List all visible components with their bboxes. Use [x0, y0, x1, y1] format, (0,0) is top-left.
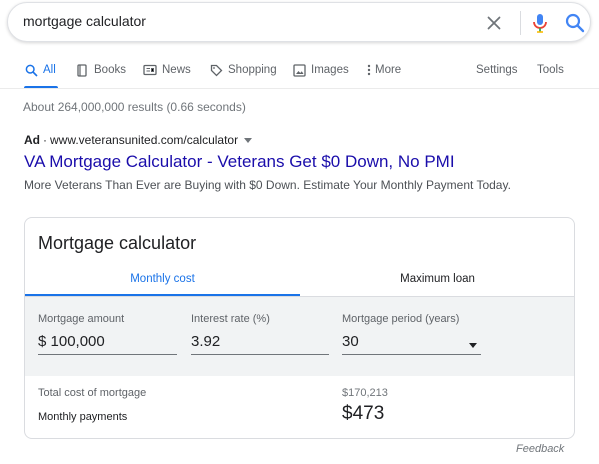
caret-down-icon[interactable] [244, 138, 253, 144]
clear-search-button[interactable] [484, 13, 504, 33]
tools-link[interactable]: Tools [537, 56, 564, 84]
total-cost-label: Total cost of mortgage [38, 387, 147, 399]
interest-rate-label: Interest rate (%) [191, 313, 270, 325]
news-icon [143, 63, 157, 77]
tab-label: All [43, 64, 56, 76]
ad-label: Ad [24, 133, 40, 147]
tab-label: Images [311, 64, 349, 76]
interest-rate-input[interactable]: 3.92 [191, 331, 329, 355]
mortgage-amount-input[interactable]: $ 100,000 [38, 331, 177, 355]
search-tabs: All Books News Shopping Images More Sett… [0, 56, 599, 89]
monthly-payments-value: $473 [342, 403, 385, 424]
active-tab-indicator [25, 294, 300, 296]
microphone-icon [533, 14, 547, 33]
tab-books[interactable]: Books [75, 56, 126, 84]
mortgage-amount-label: Mortgage amount [38, 313, 125, 325]
settings-link[interactable]: Settings [476, 56, 518, 84]
feedback-link[interactable]: Feedback [516, 443, 564, 455]
caret-down-icon [469, 343, 477, 348]
tab-all[interactable]: All [24, 56, 56, 84]
tabs-divider [0, 88, 599, 89]
monthly-payments-label: Monthly payments [38, 411, 128, 423]
search-icon [24, 63, 38, 77]
voice-search-button[interactable] [530, 11, 550, 35]
tab-shopping[interactable]: Shopping [209, 56, 277, 84]
total-cost-value: $170,213 [342, 387, 388, 399]
ad-url[interactable]: www.veteransunited.com/calculator [50, 133, 238, 147]
calculator-title: Mortgage calculator [38, 233, 197, 253]
tab-label: More [375, 64, 402, 76]
tab-images[interactable]: Images [292, 56, 349, 84]
search-divider [520, 11, 521, 35]
tag-icon [209, 63, 223, 77]
search-icon [565, 13, 585, 33]
close-icon [487, 16, 501, 30]
tab-monthly-cost[interactable]: Monthly cost [25, 266, 300, 296]
ad-header: Ad · www.veteransunited.com/calculator [24, 133, 253, 147]
ad-title-link[interactable]: VA Mortgage Calculator - Veterans Get $0… [24, 152, 455, 172]
calculator-inputs: Mortgage amount $ 100,000 Interest rate … [25, 296, 574, 376]
image-icon [292, 63, 306, 77]
tab-maximum-loan[interactable]: Maximum loan [300, 266, 574, 296]
tab-label: Books [94, 64, 126, 76]
mortgage-period-value: 30 [342, 333, 359, 350]
separator-dot: · [43, 133, 47, 147]
search-input[interactable]: mortgage calculator [23, 13, 146, 29]
search-box[interactable]: mortgage calculator [7, 2, 591, 42]
mortgage-period-label: Mortgage period (years) [342, 313, 460, 325]
book-icon [75, 63, 89, 77]
tab-news[interactable]: News [143, 56, 191, 84]
results-count: About 264,000,000 results (0.66 seconds) [23, 100, 246, 114]
ad-description: More Veterans Than Ever are Buying with … [24, 178, 511, 192]
tab-more[interactable]: More [366, 56, 401, 84]
more-vertical-icon [366, 63, 372, 77]
mortgage-calculator-card: Mortgage calculator Monthly cost Maximum… [24, 217, 575, 439]
mortgage-period-select[interactable]: 30 [342, 331, 481, 355]
search-button[interactable] [564, 12, 586, 34]
tab-label: News [162, 64, 191, 76]
tab-label: Shopping [228, 64, 277, 76]
